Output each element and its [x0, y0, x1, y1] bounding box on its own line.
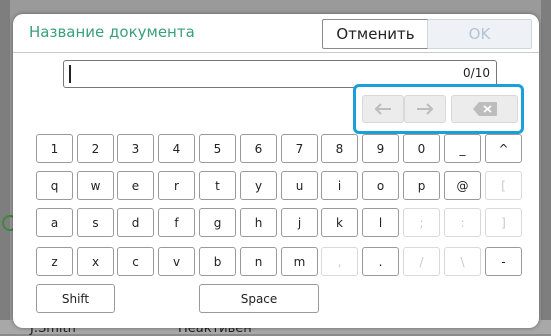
cancel-button[interactable]: Отменить: [322, 19, 429, 49]
arrow-right-icon: [417, 103, 434, 115]
key[interactable]: 6: [240, 134, 277, 163]
character-counter: 0/10: [463, 66, 490, 80]
key: ]: [485, 208, 522, 237]
key[interactable]: g: [199, 208, 236, 237]
key[interactable]: q: [36, 171, 73, 200]
key: ,: [321, 247, 358, 276]
dialog-title-bar: Название документа Отменить OK: [13, 14, 539, 53]
key[interactable]: c: [117, 247, 154, 276]
space-key[interactable]: Space: [199, 284, 319, 313]
key: ;: [403, 208, 440, 237]
key: \: [444, 247, 481, 276]
document-name-dialog: Название документа Отменить OK 0/10 1 2 …: [13, 14, 539, 328]
key[interactable]: z: [36, 247, 73, 276]
key[interactable]: 9: [362, 134, 399, 163]
key[interactable]: 1: [36, 134, 73, 163]
key[interactable]: @: [444, 171, 481, 200]
key[interactable]: n: [240, 247, 277, 276]
key[interactable]: 3: [117, 134, 154, 163]
key[interactable]: s: [77, 208, 114, 237]
key[interactable]: p: [403, 171, 440, 200]
key[interactable]: j: [281, 208, 318, 237]
cursor-right-button[interactable]: [404, 95, 446, 123]
key[interactable]: a: [36, 208, 73, 237]
key[interactable]: h: [240, 208, 277, 237]
cursor-left-button[interactable]: [362, 95, 404, 123]
backspace-button[interactable]: [451, 95, 518, 123]
shift-key[interactable]: Shift: [36, 284, 115, 313]
key: :: [444, 208, 481, 237]
key[interactable]: m: [281, 247, 318, 276]
background-left-panel: [0, 0, 10, 334]
key[interactable]: u: [281, 171, 318, 200]
key[interactable]: d: [117, 208, 154, 237]
arrow-left-icon: [374, 103, 391, 115]
text-caret: [69, 65, 71, 83]
key[interactable]: _: [444, 134, 481, 163]
key[interactable]: l: [362, 208, 399, 237]
key[interactable]: t: [199, 171, 236, 200]
dialog-title: Название документа: [29, 23, 195, 41]
key[interactable]: 8: [321, 134, 358, 163]
key[interactable]: e: [117, 171, 154, 200]
key: [: [485, 171, 522, 200]
key[interactable]: 4: [158, 134, 195, 163]
key: /: [403, 247, 440, 276]
key[interactable]: i: [321, 171, 358, 200]
key[interactable]: 0: [403, 134, 440, 163]
key[interactable]: r: [158, 171, 195, 200]
key[interactable]: f: [158, 208, 195, 237]
key[interactable]: 7: [281, 134, 318, 163]
key[interactable]: 5: [199, 134, 236, 163]
key[interactable]: b: [199, 247, 236, 276]
key[interactable]: y: [240, 171, 277, 200]
background-right-panel: [541, 0, 551, 334]
key[interactable]: o: [362, 171, 399, 200]
backspace-icon: [472, 102, 497, 116]
key[interactable]: w: [77, 171, 114, 200]
key[interactable]: 2: [77, 134, 114, 163]
key[interactable]: ^: [485, 134, 522, 163]
ok-button[interactable]: OK: [427, 19, 532, 49]
key[interactable]: .: [362, 247, 399, 276]
key[interactable]: -: [485, 247, 522, 276]
key[interactable]: k: [321, 208, 358, 237]
edit-buttons-group: [353, 84, 524, 134]
key[interactable]: v: [158, 247, 195, 276]
key[interactable]: x: [77, 247, 114, 276]
